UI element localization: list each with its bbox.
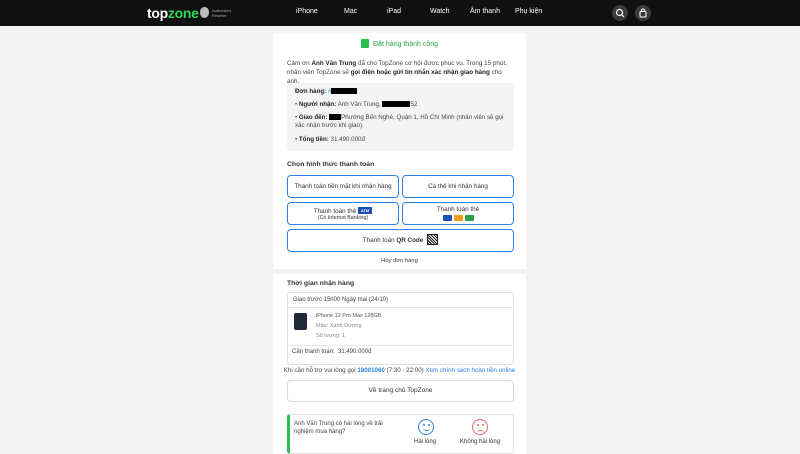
nav-item-ipad[interactable]: iPad	[387, 8, 401, 15]
jcb-icon	[464, 215, 474, 221]
satisfied-label[interactable]: Hài lòng	[414, 439, 436, 445]
refund-policy-link[interactable]: Xem chính sách hoàn tiền online	[425, 367, 515, 374]
nav-item-audio[interactable]: Âm thanh	[470, 8, 500, 15]
nav-item-watch[interactable]: Watch	[430, 8, 450, 15]
delivery-section-title: Thời gian nhận hàng	[287, 280, 355, 287]
receiver-row: • Người nhận: Anh Văn Trung, 52	[295, 101, 418, 108]
atm-icon: ATM	[357, 207, 373, 214]
order-confirmation-card: Đặt hàng thành công Cảm ơn Anh Văn Trung…	[273, 33, 526, 454]
delivery-address-row: • Giao đến: Phường Bến Nghé, Quận 1, Hồ …	[295, 114, 504, 129]
order-summary-box: Đơn hàng: # • Người nhận: Anh Văn Trung,…	[287, 83, 514, 151]
apple-logo-icon	[200, 7, 209, 18]
delivery-window: Giao trước 15h00 Ngày mai (24/10)	[293, 297, 388, 303]
pay-international-card-button[interactable]: Thanh toán thẻ	[402, 202, 514, 225]
amount-due: Cần thanh toán: 31.490.000đ	[292, 349, 372, 355]
pay-qr-code-button[interactable]: Thanh toán QR Code	[287, 229, 514, 252]
product-quantity: Số lượng: 1	[316, 333, 345, 339]
success-bag-icon	[361, 39, 369, 48]
payment-section-title: Chọn hình thức thanh toán	[287, 161, 375, 168]
cancel-order-link[interactable]: Hủy đơn hàng	[273, 258, 526, 264]
nav-item-accessories[interactable]: Phụ kiện	[515, 8, 542, 15]
pay-atm-button[interactable]: Thanh toán thẻ ATM (Có Internet Banking)	[287, 202, 399, 225]
apple-authorized-reseller-badge: Authorized Reseller	[200, 7, 244, 19]
order-success-message: Đặt hàng thành công	[273, 39, 526, 48]
nav-item-iphone[interactable]: iPhone	[296, 8, 318, 15]
search-button[interactable]	[612, 5, 628, 21]
search-icon	[615, 8, 625, 18]
nav-item-mac[interactable]: Mac	[344, 8, 357, 15]
product-name: iPhone 12 Pro Max 128GB	[316, 313, 382, 319]
topzone-logo[interactable]: topzone	[147, 6, 199, 20]
visa-icon	[442, 215, 452, 221]
redacted-order-number	[331, 88, 358, 94]
support-text: Khi cần hỗ trợ vui lòng gọi 18001060 (7:…	[283, 367, 516, 374]
feedback-question: Anh Văn Trung có hài lòng về trải nghiệm…	[294, 421, 383, 435]
pay-card-on-delivery-button[interactable]: Cà thẻ khi nhận hàng	[402, 175, 514, 198]
top-navigation-bar: topzone Authorized Reseller iPhone Mac i…	[0, 0, 800, 26]
pay-cash-button[interactable]: Thanh toán tiền mặt khi nhận hàng	[287, 175, 399, 198]
redacted-address	[329, 114, 342, 120]
section-divider	[273, 269, 526, 274]
apple-badge-text: Authorized Reseller	[212, 8, 232, 18]
delivery-divider	[288, 345, 513, 346]
hotline-link[interactable]: 18001060	[357, 367, 385, 374]
redacted-phone	[382, 101, 411, 107]
bag-icon	[639, 8, 647, 18]
order-number-row: Đơn hàng: #	[295, 88, 358, 96]
thank-you-text: Cảm ơn Anh Văn Trung đã cho TopZone cơ h…	[287, 60, 507, 85]
card-brand-icons	[442, 215, 475, 223]
mastercard-icon	[453, 215, 463, 221]
qr-code-icon	[427, 234, 439, 245]
product-color: Màu: Xanh Dương	[316, 323, 362, 329]
delivery-divider	[288, 307, 513, 308]
satisfied-face-icon[interactable]	[418, 419, 434, 435]
delivery-details-box: Giao trước 15h00 Ngày mai (24/10) iPhone…	[287, 292, 514, 365]
feedback-box: Anh Văn Trung có hài lòng về trải nghiệm…	[287, 414, 514, 454]
unsatisfied-label[interactable]: Không hài lòng	[460, 439, 500, 445]
unsatisfied-face-icon[interactable]	[472, 419, 488, 435]
cart-button[interactable]	[635, 5, 651, 21]
back-to-home-button[interactable]: Về trang chủ TopZone	[287, 380, 514, 402]
product-image	[294, 313, 307, 330]
total-row: • Tổng tiền: 31.490.000đ	[295, 136, 365, 143]
